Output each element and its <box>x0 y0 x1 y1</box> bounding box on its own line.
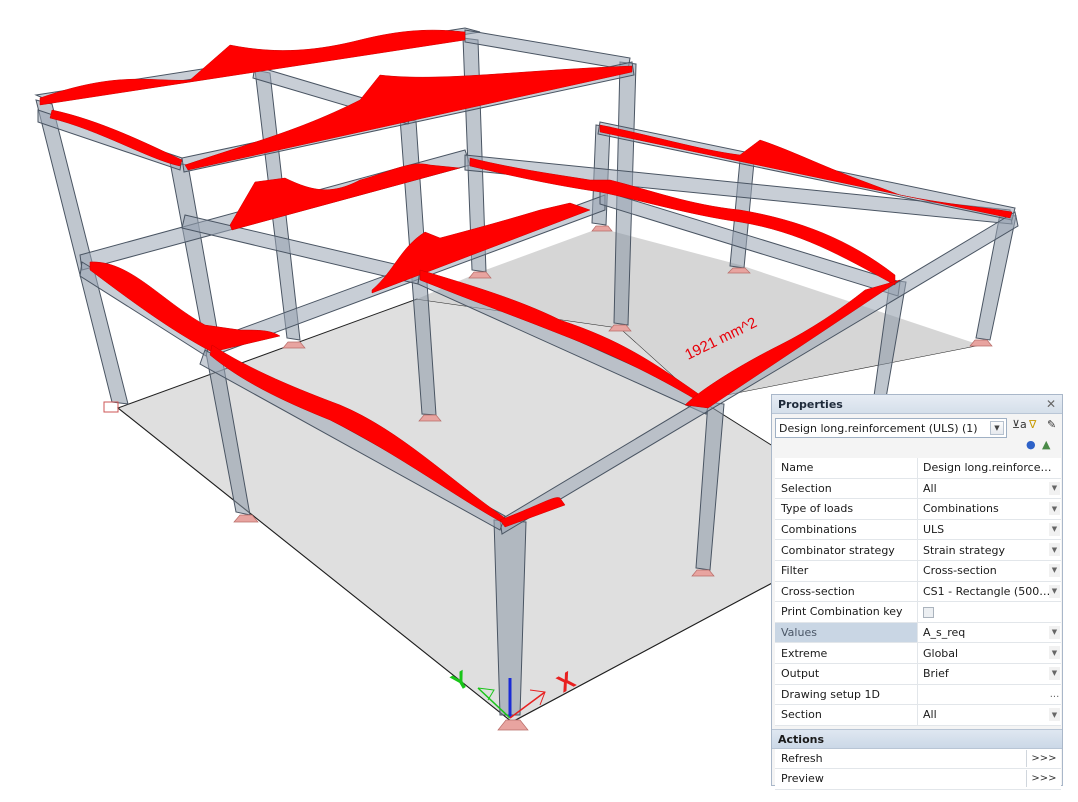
action-label: Refresh <box>781 751 823 765</box>
property-value[interactable]: ULS ▼ <box>917 519 1061 541</box>
property-value[interactable]: A_s_req ▼ <box>917 622 1061 644</box>
action-row[interactable]: Refresh >>> <box>775 748 1061 770</box>
property-value-text: Strain strategy <box>923 543 1005 557</box>
property-label: Drawing setup 1D <box>775 684 918 706</box>
property-value[interactable]: CS1 - Rectangle (500; 300)▼ <box>917 581 1061 603</box>
chevron-down-icon[interactable]: ▼ <box>990 421 1004 435</box>
property-label: Filter <box>775 560 918 582</box>
filter-icon[interactable]: ∇ <box>1029 418 1036 431</box>
property-row[interactable]: Selection All ▼ <box>775 478 1061 500</box>
property-label: Section <box>775 704 918 726</box>
image-icon[interactable]: ▲ <box>1042 438 1050 451</box>
property-value-text: A_s_req <box>923 626 966 640</box>
chevron-down-icon[interactable]: ▼ <box>1049 543 1060 557</box>
color-palette-icon[interactable]: ● <box>1026 438 1036 451</box>
chevron-down-icon[interactable]: ▼ <box>1049 522 1060 536</box>
chevron-down-icon[interactable]: ▼ <box>1049 625 1060 639</box>
action-run-button[interactable]: >>> <box>1026 749 1061 767</box>
property-row[interactable]: Section All ▼ <box>775 704 1061 726</box>
actions-header: Actions <box>772 728 1062 749</box>
property-row[interactable]: Drawing setup 1D... <box>775 684 1061 706</box>
property-value-text: All <box>923 708 937 722</box>
property-label: Extreme <box>775 642 918 664</box>
chevron-down-icon[interactable]: ▼ <box>1049 502 1060 516</box>
print-combination-checkbox[interactable] <box>923 606 934 618</box>
property-value[interactable]: Design long.reinforcement (... <box>917 458 1061 479</box>
property-value[interactable] <box>917 601 1061 623</box>
property-value[interactable]: ... <box>917 684 1061 706</box>
property-row[interactable]: Combinator strategy Strain strategy ▼ <box>775 539 1061 561</box>
property-row[interactable]: Filter Cross-section ▼ <box>775 560 1061 582</box>
property-label: Combinator strategy <box>775 539 918 561</box>
properties-grid: Name Design long.reinforcement (... Select… <box>775 458 1061 726</box>
property-row[interactable]: Cross-sectionCS1 - Rectangle (500; 300)▼ <box>775 581 1061 603</box>
result-selector-value: Design long.reinforcement (ULS) (1) <box>779 421 978 435</box>
property-label: Cross-section <box>775 581 918 603</box>
properties-header: Properties ✕ <box>772 395 1062 414</box>
chevron-down-icon[interactable]: ▼ <box>1049 666 1060 680</box>
property-label: Values <box>775 622 918 644</box>
property-value-text: All <box>923 481 937 495</box>
result-selector[interactable]: Design long.reinforcement (ULS) (1) ▼ <box>775 418 1007 438</box>
chevron-down-icon[interactable]: ▼ <box>1049 708 1060 722</box>
property-row[interactable]: Output Brief ▼ <box>775 663 1061 685</box>
property-value[interactable]: Combinations ▼ <box>917 498 1061 520</box>
property-value-text: ULS <box>923 523 945 537</box>
property-value-text: CS1 - Rectangle (500; 300) <box>923 584 1053 598</box>
property-value-text: Cross-section <box>923 564 997 578</box>
property-value[interactable]: All ▼ <box>917 704 1061 726</box>
property-value[interactable]: Strain strategy ▼ <box>917 539 1061 561</box>
property-value-text: Brief <box>923 667 949 681</box>
property-value-text: Global <box>923 646 959 660</box>
property-value-text: Design long.reinforcement (... <box>923 461 1053 475</box>
action-row[interactable]: Preview >>> <box>775 769 1061 790</box>
properties-title: Properties <box>778 397 843 411</box>
select-all-filter-icon[interactable]: ⊻a <box>1012 418 1027 431</box>
action-run-button[interactable]: >>> <box>1026 770 1061 788</box>
close-icon[interactable]: ✕ <box>1046 397 1056 411</box>
chevron-down-icon[interactable]: ▼ <box>1049 481 1060 495</box>
property-label: Name <box>775 458 918 479</box>
ellipsis-button[interactable]: ... <box>1049 688 1060 701</box>
edit-icon[interactable]: ✎ <box>1047 418 1056 431</box>
chevron-down-icon[interactable]: ▼ <box>1049 584 1060 598</box>
property-label: Print Combination key <box>775 601 918 623</box>
property-label: Selection <box>775 478 918 500</box>
property-row[interactable]: Name Design long.reinforcement (... <box>775 458 1061 479</box>
property-value[interactable]: Cross-section ▼ <box>917 560 1061 582</box>
chevron-down-icon[interactable]: ▼ <box>1049 563 1060 577</box>
property-label: Combinations <box>775 519 918 541</box>
property-row[interactable]: Extreme Global ▼ <box>775 642 1061 664</box>
chevron-down-icon[interactable]: ▼ <box>1049 646 1060 660</box>
property-row[interactable]: Print Combination key <box>775 601 1061 623</box>
property-row[interactable]: Values A_s_req ▼ <box>775 622 1061 644</box>
property-value[interactable]: All ▼ <box>917 478 1061 500</box>
property-row[interactable]: Type of loads Combinations ▼ <box>775 498 1061 520</box>
property-value-text: Combinations <box>923 502 999 516</box>
properties-panel: Properties ✕ Design long.reinforcement (… <box>771 394 1063 790</box>
property-label: Type of loads <box>775 498 918 520</box>
property-label: Output <box>775 663 918 685</box>
property-row[interactable]: Combinations ULS ▼ <box>775 519 1061 541</box>
property-value[interactable]: Brief ▼ <box>917 663 1061 685</box>
action-label: Preview <box>781 772 824 786</box>
property-value[interactable]: Global ▼ <box>917 642 1061 664</box>
